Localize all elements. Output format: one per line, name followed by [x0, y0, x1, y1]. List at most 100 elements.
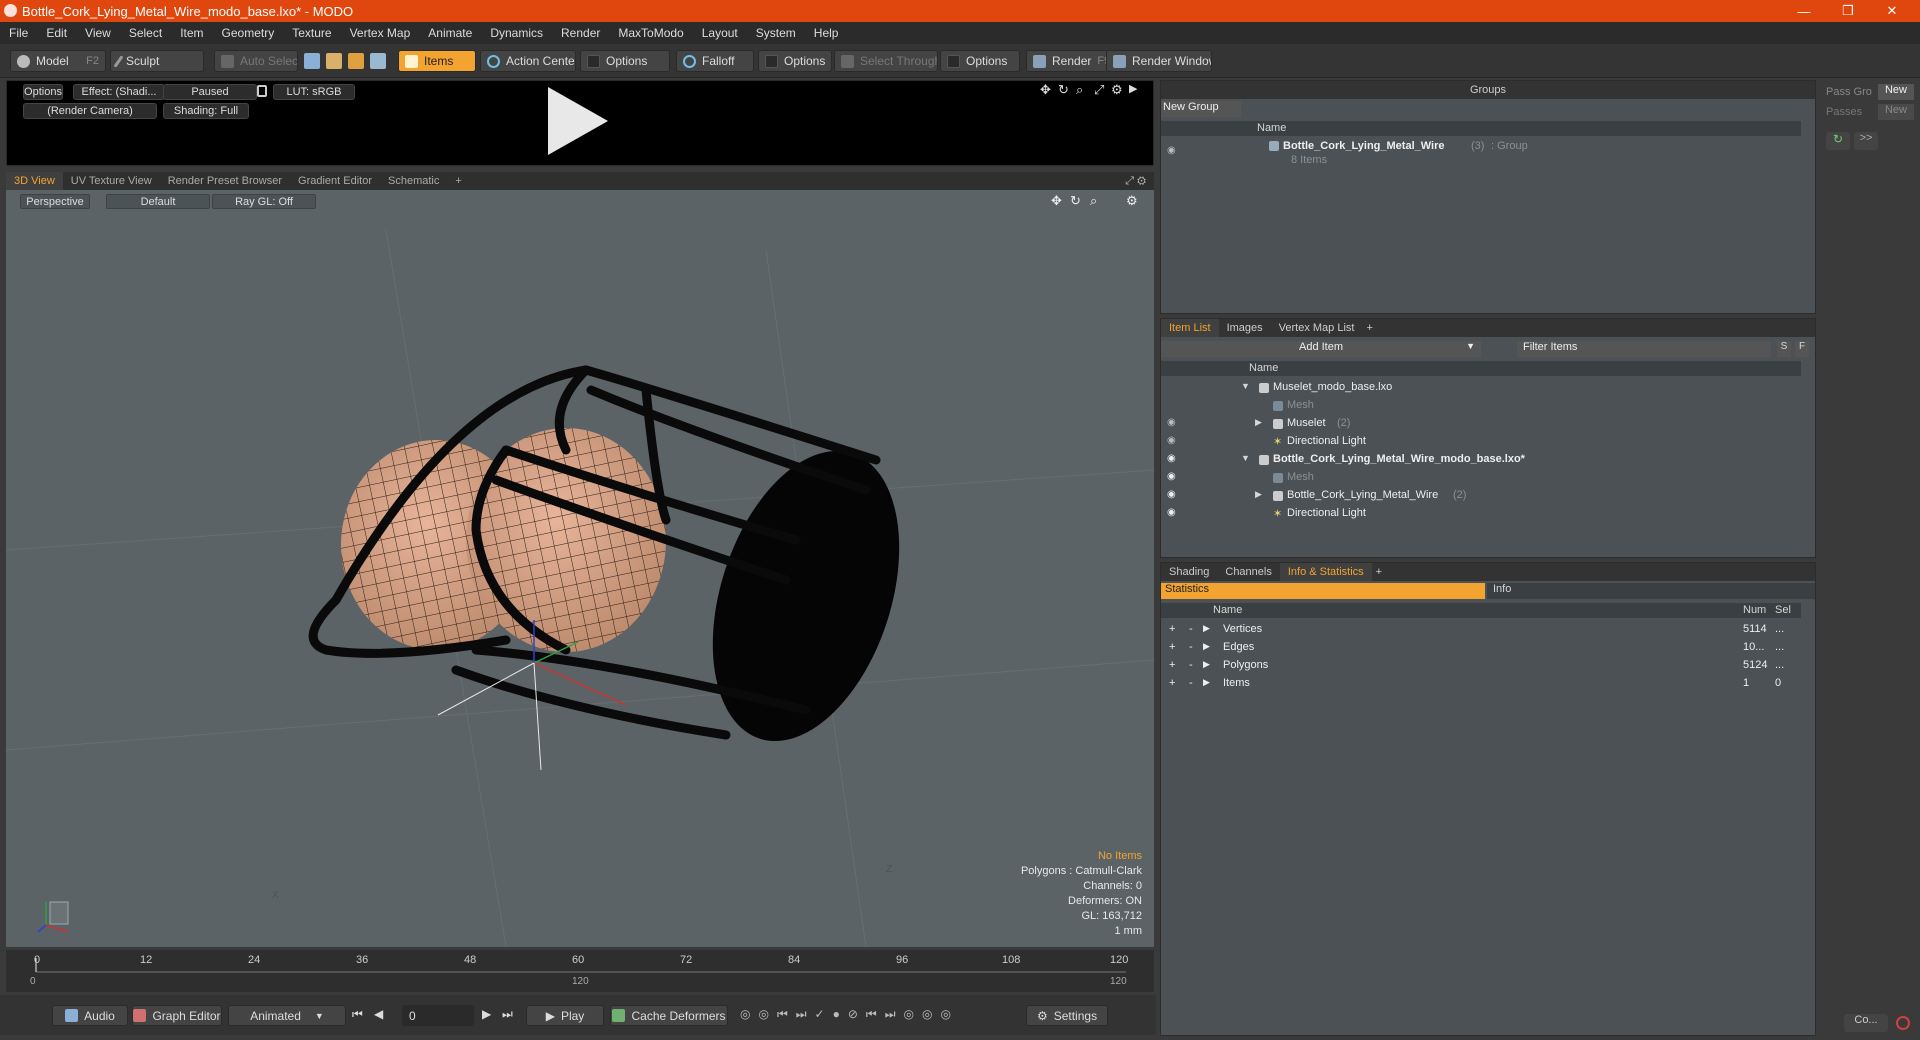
menu-animate[interactable]: Animate: [419, 26, 481, 40]
f-toggle-button[interactable]: F: [1795, 341, 1809, 357]
viewport-rotate-icon[interactable]: ↻: [1070, 193, 1081, 209]
viewport-move-icon[interactable]: ✥: [1051, 193, 1062, 209]
add-icon[interactable]: +: [1169, 677, 1175, 689]
last-frame-icon[interactable]: ⏭: [502, 1007, 513, 1022]
tab-shading[interactable]: Shading: [1161, 566, 1217, 578]
menu-maxtomodo[interactable]: MaxToModo: [609, 26, 692, 40]
first-frame-icon[interactable]: ⏮: [352, 1007, 363, 1022]
edges-mode-icon[interactable]: [326, 53, 342, 69]
table-row[interactable]: + - ▶ Polygons 5124 ...: [1161, 657, 1801, 675]
expand-arrow-icon[interactable]: ▶: [1203, 659, 1210, 670]
add-item-dropdown[interactable]: Add Item ▼: [1161, 341, 1481, 357]
eye-icon[interactable]: ◉: [1167, 471, 1176, 482]
graph-editor-button[interactable]: Graph Editor: [132, 1005, 222, 1026]
timeline[interactable]: 0 12 24 36 48 60 72 84 96 108 120 0 120 …: [6, 950, 1154, 992]
tab-render-preset-browser[interactable]: Render Preset Browser: [160, 172, 290, 190]
list-item[interactable]: ◉ ✶ Directional Light: [1161, 433, 1801, 451]
list-item[interactable]: ◉ ▶ Bottle_Cork_Lying_Metal_Wire (2): [1161, 487, 1801, 505]
fit-icon[interactable]: ⤢: [1094, 82, 1104, 98]
menu-vertex-map[interactable]: Vertex Map: [341, 26, 420, 40]
audio-button[interactable]: Audio: [52, 1005, 128, 1026]
options-button-1[interactable]: Options: [580, 50, 670, 72]
preview-options-button[interactable]: Options: [23, 84, 63, 100]
menu-select[interactable]: Select: [120, 26, 171, 40]
tab-3d-view[interactable]: 3D View: [6, 172, 63, 190]
zoom-icon[interactable]: ⌕: [1076, 82, 1083, 98]
add-icon[interactable]: +: [1169, 659, 1175, 671]
render-window-button[interactable]: Render Window: [1106, 50, 1212, 72]
expand-arrow[interactable]: ▶: [1255, 417, 1262, 428]
pass-new-button-2[interactable]: New: [1878, 104, 1914, 120]
next-frame-icon[interactable]: ▶: [482, 1007, 491, 1021]
cache-deformers-button[interactable]: Cache Deformers: [610, 1005, 728, 1026]
prev-frame-icon[interactable]: ◀: [374, 1007, 383, 1021]
rotate-icon[interactable]: ↻: [1058, 82, 1069, 98]
play-icon[interactable]: [544, 85, 610, 157]
menu-view[interactable]: View: [76, 26, 120, 40]
raygl-dropdown[interactable]: Ray GL: Off: [212, 194, 316, 209]
tab-uv-texture-view[interactable]: UV Texture View: [63, 172, 160, 190]
frame-input[interactable]: 0: [402, 1005, 474, 1026]
items-mode-button[interactable]: Items: [398, 50, 476, 72]
viewport-zoom-icon[interactable]: ⌕: [1090, 193, 1097, 209]
play-button[interactable]: ▶ Play: [526, 1005, 604, 1026]
new-group-button[interactable]: New Group: [1161, 101, 1241, 117]
add-icon[interactable]: +: [1169, 623, 1175, 635]
eye-icon[interactable]: ◉: [1167, 145, 1176, 156]
list-item[interactable]: ◉ ▶ Muselet (2): [1161, 415, 1801, 433]
expand-arrow-icon[interactable]: ▶: [1203, 641, 1210, 652]
minimize-button[interactable]: —: [1784, 0, 1824, 22]
tab-schematic[interactable]: Schematic: [380, 172, 447, 190]
paused-button[interactable]: Paused: [163, 84, 257, 100]
render-button[interactable]: Render F9: [1026, 50, 1108, 72]
range-mid[interactable]: 120: [572, 976, 589, 987]
eye-icon[interactable]: ◉: [1167, 507, 1176, 518]
menu-texture[interactable]: Texture: [283, 26, 340, 40]
groups-row[interactable]: ◉ Bottle_Cork_Lying_Metal_Wire (3) : Gro…: [1161, 139, 1801, 169]
tab-channels[interactable]: Channels: [1217, 566, 1279, 578]
expand-arrow-icon[interactable]: ▶: [1203, 623, 1210, 634]
viewport-gear-icon[interactable]: ⚙: [1126, 193, 1138, 209]
tab-vertex-map-list[interactable]: Vertex Map List: [1271, 322, 1363, 334]
options-button-2[interactable]: Options: [758, 50, 832, 72]
key-tools-icons[interactable]: ◎◎⏮⏭✓●⊘⏮⏭◎◎◎: [740, 1007, 959, 1022]
eye-icon[interactable]: ◉: [1167, 417, 1176, 428]
pass-new-button-1[interactable]: New: [1878, 84, 1914, 100]
info-subtab[interactable]: Info: [1487, 583, 1815, 599]
list-item[interactable]: ◉ ✶ Directional Light: [1161, 505, 1801, 523]
model-mode-button[interactable]: Model F2: [10, 50, 106, 72]
add-tab-button[interactable]: +: [1362, 322, 1376, 334]
list-item[interactable]: ◉ Mesh: [1161, 469, 1801, 487]
filter-items-input[interactable]: Filter Items: [1517, 341, 1771, 357]
range-start[interactable]: 0: [30, 976, 36, 987]
list-item[interactable]: Mesh: [1161, 397, 1801, 415]
add-tab-button[interactable]: +: [1372, 566, 1386, 578]
eye-icon[interactable]: ◉: [1167, 453, 1176, 464]
more-button[interactable]: >>: [1854, 132, 1878, 150]
menu-edit[interactable]: Edit: [37, 26, 76, 40]
3d-viewport[interactable]: Perspective Default Ray GL: Off ✥ ↻ ⌕ ⚙ …: [6, 190, 1154, 947]
menu-item[interactable]: Item: [171, 26, 212, 40]
menu-geometry[interactable]: Geometry: [213, 26, 284, 40]
menu-system[interactable]: System: [747, 26, 805, 40]
table-row[interactable]: + - ▶ Vertices 5114 ...: [1161, 621, 1801, 639]
s-toggle-button[interactable]: S: [1777, 341, 1791, 357]
range-end[interactable]: 120: [1110, 976, 1127, 987]
tab-gradient-editor[interactable]: Gradient Editor: [290, 172, 380, 190]
close-button[interactable]: ✕: [1872, 0, 1912, 22]
remove-icon[interactable]: -: [1189, 641, 1193, 653]
lut-dropdown[interactable]: LUT: sRGB: [273, 84, 355, 100]
tab-info-statistics[interactable]: Info & Statistics: [1279, 563, 1372, 581]
expand-arrow-icon[interactable]: ▶: [1203, 677, 1210, 688]
add-tab-button[interactable]: +: [447, 172, 469, 190]
table-row[interactable]: + - ▶ Edges 10... ...: [1161, 639, 1801, 657]
settings-button[interactable]: ⚙ Settings: [1026, 1005, 1108, 1026]
menu-file[interactable]: File: [0, 26, 37, 40]
eye-icon[interactable]: ◉: [1167, 435, 1176, 446]
refresh-icon[interactable]: ↻: [1826, 132, 1850, 150]
perspective-dropdown[interactable]: Perspective: [20, 194, 90, 209]
polygons-mode-icon[interactable]: [348, 53, 364, 69]
gear-icon[interactable]: ⚙: [1111, 82, 1123, 98]
remove-icon[interactable]: -: [1189, 623, 1193, 635]
sculpt-mode-button[interactable]: Sculpt: [110, 50, 204, 72]
